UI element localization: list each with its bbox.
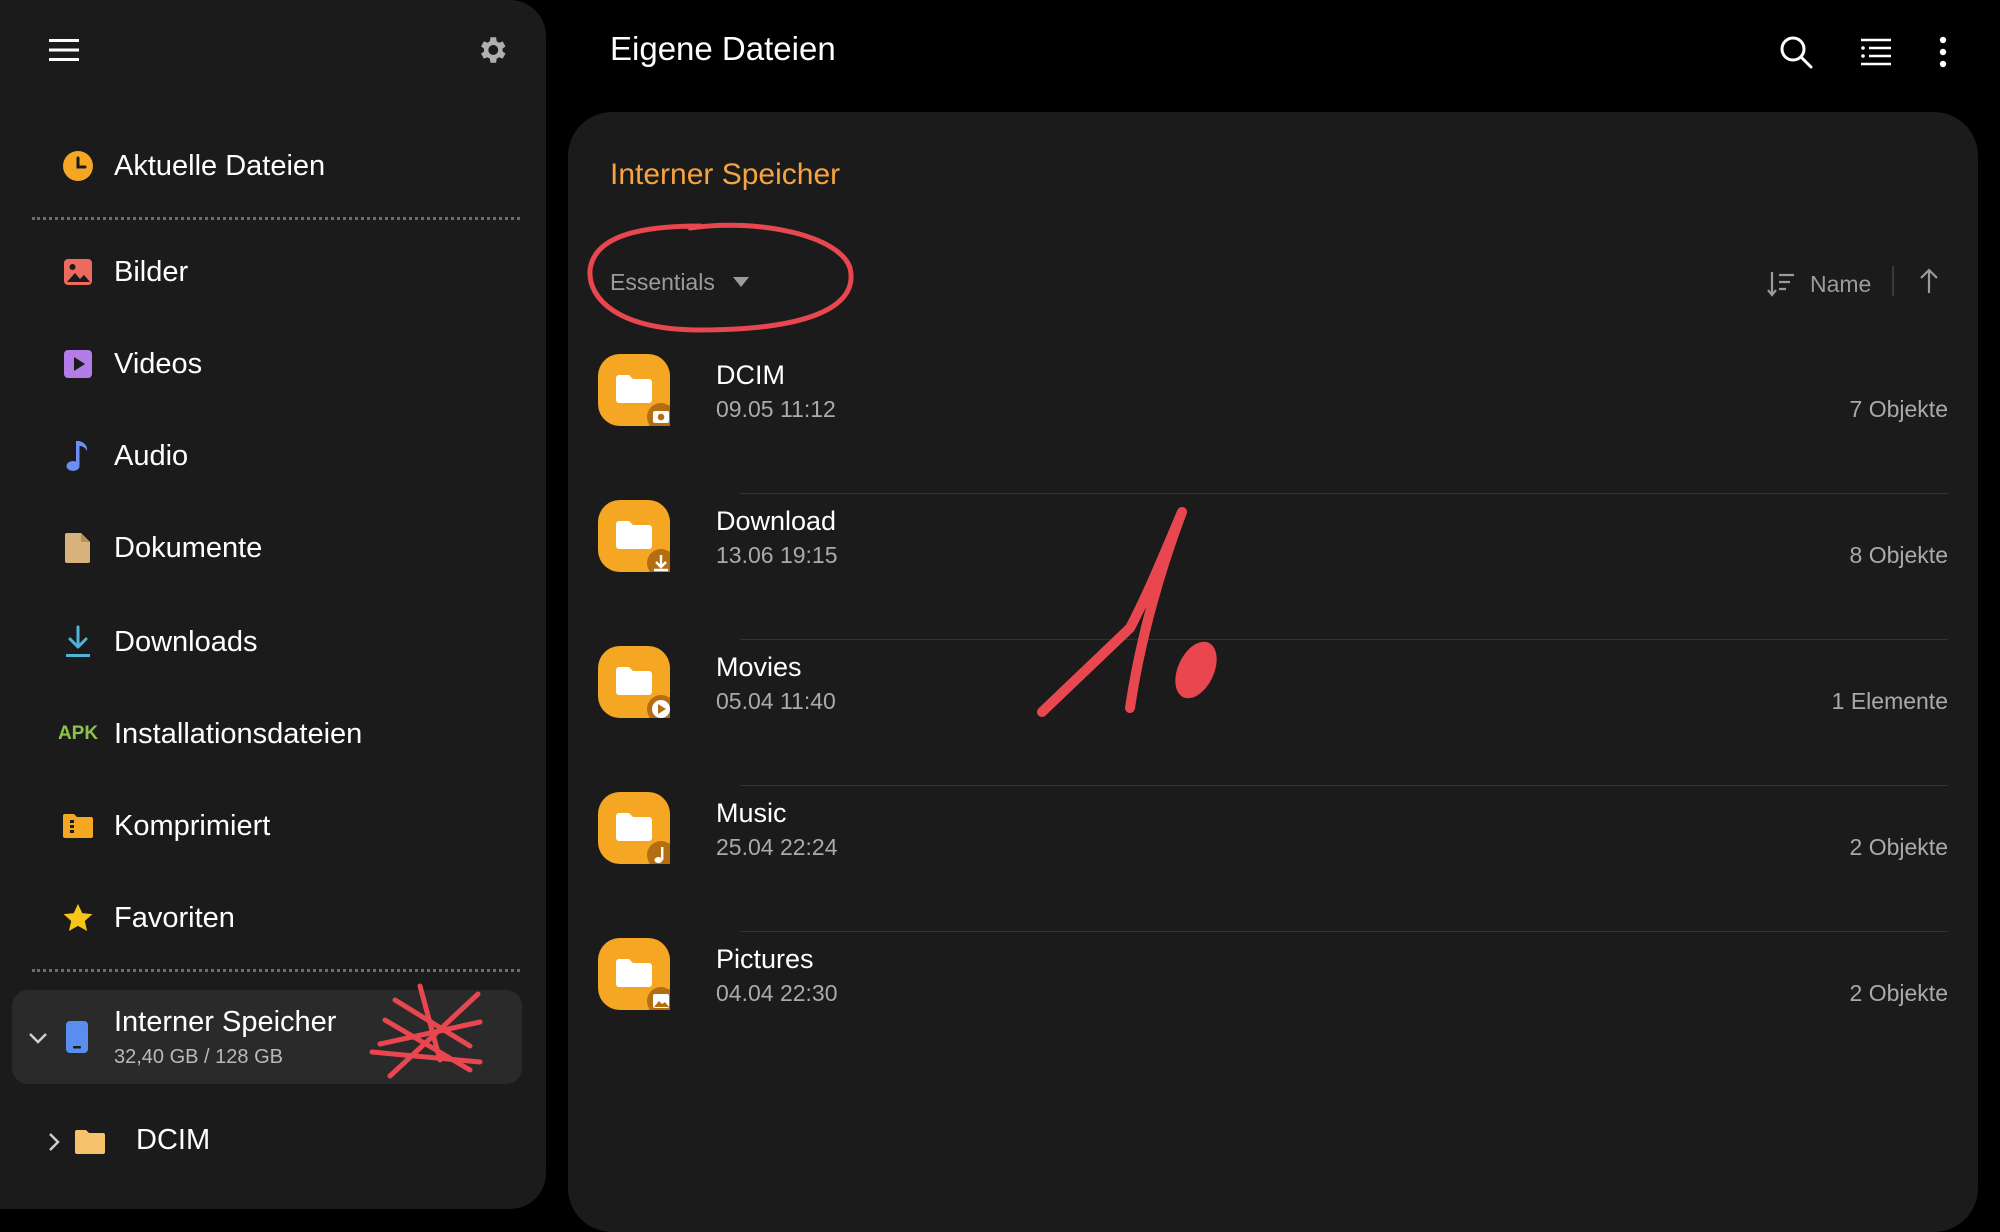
list-item-music[interactable]: Music 25.04 22:24 2 Objekte [598, 786, 1948, 932]
sort-label: Name [1810, 270, 1872, 297]
divider [32, 969, 520, 972]
nav-item-internal-storage[interactable]: Interner Speicher 32,40 GB / 128 GB [12, 990, 522, 1084]
category-dropdown-label: Essentials [610, 268, 715, 295]
dropdown-arrow-icon [732, 277, 749, 287]
divider [32, 217, 520, 220]
apk-icon-text: APK [57, 723, 99, 744]
folder-icon [598, 500, 670, 572]
list-item-download[interactable]: Download 13.06 19:15 8 Objekte [598, 494, 1948, 640]
filter-list-icon[interactable] [1848, 24, 1904, 80]
navigation-drawer: Aktuelle Dateien Bilder Videos Audio Dok… [0, 0, 546, 1209]
file-count: 1 Elemente [1831, 688, 1948, 714]
sort-direction-arrow-up-icon[interactable] [1908, 258, 1950, 304]
file-date: 05.04 11:40 [716, 688, 836, 714]
file-name: Download [716, 506, 837, 536]
nav-item-label: Bilder [114, 255, 189, 288]
nav-item-label: Downloads [114, 625, 258, 658]
apk-icon: APK [46, 702, 110, 766]
storage-usage: 32,40 GB / 128 GB [114, 1046, 283, 1068]
file-date: 13.06 19:15 [716, 542, 838, 568]
location-title: Interner Speicher [610, 158, 841, 191]
folder-icon [598, 354, 670, 426]
nav-item-label: Aktuelle Dateien [114, 149, 326, 182]
file-count: 2 Objekte [1849, 834, 1948, 860]
category-dropdown[interactable]: Essentials [604, 260, 754, 304]
file-name: Movies [716, 652, 802, 682]
search-icon[interactable] [1768, 24, 1824, 80]
page-title: Eigene Dateien [610, 30, 836, 67]
nav-item-label: Favoriten [114, 901, 235, 934]
image-icon [46, 240, 110, 304]
clock-icon [46, 134, 110, 198]
file-name: Music [716, 798, 787, 828]
file-count: 2 Objekte [1849, 980, 1948, 1006]
nav-item-audio[interactable]: Audio [30, 414, 520, 498]
video-play-icon [46, 332, 110, 396]
file-date: 04.04 22:30 [716, 980, 838, 1006]
nav-item-videos[interactable]: Videos [30, 322, 520, 406]
hamburger-menu-icon[interactable] [40, 26, 88, 74]
more-vert-icon[interactable] [1920, 24, 1966, 80]
file-count: 7 Objekte [1849, 396, 1948, 422]
nav-item-label: Audio [114, 439, 189, 472]
nav-item-label: Installationsdateien [114, 717, 363, 750]
nav-item-images[interactable]: Bilder [30, 230, 520, 314]
star-icon [46, 886, 110, 950]
nav-item-favorites[interactable]: Favoriten [30, 876, 520, 960]
file-name: DCIM [716, 360, 785, 390]
folder-icon [598, 792, 670, 864]
nav-item-installation-files[interactable]: APK Installationsdateien [30, 692, 520, 776]
file-date: 25.04 22:24 [716, 834, 838, 860]
sort-icon [1766, 270, 1796, 298]
file-name: Pictures [716, 944, 814, 974]
folder-icon [598, 646, 670, 718]
document-icon [46, 516, 110, 580]
storage-label: Interner Speicher [114, 1006, 337, 1038]
file-date: 09.05 11:12 [716, 396, 836, 422]
nav-item-recent-files[interactable]: Aktuelle Dateien [30, 124, 520, 208]
tree-item-dcim[interactable]: DCIM [30, 1106, 520, 1178]
nav-item-label: Komprimiert [114, 809, 271, 842]
nav-item-label: Dokumente [114, 531, 263, 564]
nav-item-downloads[interactable]: Downloads [30, 600, 520, 684]
download-icon [46, 610, 110, 674]
gear-icon[interactable] [468, 26, 516, 74]
folder-icon [598, 938, 670, 1010]
nav-item-label: Videos [114, 347, 203, 380]
tree-item-label: DCIM [136, 1124, 211, 1156]
divider [1892, 266, 1894, 296]
archive-folder-icon [46, 794, 110, 858]
nav-item-documents[interactable]: Dokumente [30, 506, 520, 590]
list-item-dcim[interactable]: DCIM 09.05 11:12 7 Objekte [598, 348, 1948, 494]
music-note-icon [46, 424, 110, 488]
file-count: 8 Objekte [1849, 542, 1948, 568]
nav-item-compressed[interactable]: Komprimiert [30, 784, 520, 868]
list-item-movies[interactable]: Movies 05.04 11:40 1 Elemente [598, 640, 1948, 786]
phone-storage-icon [50, 1010, 104, 1064]
file-list-panel: Interner Speicher Essentials Name DCIM 0… [568, 112, 1978, 1232]
list-item-pictures[interactable]: Pictures 04.04 22:30 2 Objekte [598, 932, 1948, 1078]
folder-icon [66, 1118, 114, 1166]
